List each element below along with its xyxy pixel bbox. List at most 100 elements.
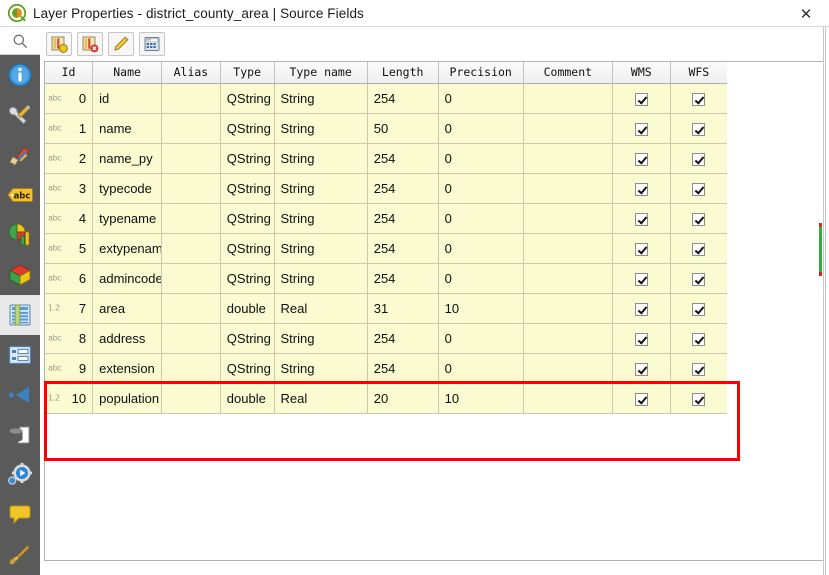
sidebar-item-symbology[interactable] (0, 135, 40, 175)
wms-checkbox[interactable] (634, 392, 648, 406)
cell-precision[interactable]: 10 (438, 293, 524, 324)
column-header-type-name[interactable]: Type name (274, 62, 368, 84)
cell-comment[interactable] (523, 233, 613, 264)
cell-type_name[interactable]: String (274, 143, 368, 174)
wfs-checkbox[interactable] (692, 152, 706, 166)
table-row[interactable]: 1.2 7 area double Real 31 10 (45, 293, 727, 324)
column-header-id[interactable]: Id (45, 62, 94, 84)
table-row[interactable]: abc 9 extension QString String 254 0 (45, 353, 727, 384)
table-row[interactable]: abc5extypename QStringString2540 (45, 233, 727, 264)
cell-name[interactable]: area (92, 293, 163, 324)
cell-comment[interactable] (523, 323, 613, 354)
cell-length[interactable]: 254 (367, 203, 439, 234)
cell-type[interactable]: QString (220, 203, 275, 234)
wfs-checkbox[interactable] (692, 332, 706, 346)
column-header-precision[interactable]: Precision (438, 62, 524, 84)
wms-checkbox[interactable] (634, 272, 648, 286)
cell-comment[interactable] (523, 113, 613, 144)
table-row[interactable]: abc 2 name_py QString String 254 0 (45, 143, 727, 174)
wfs-checkbox[interactable] (692, 362, 706, 376)
wfs-checkbox[interactable] (692, 302, 706, 316)
cell-length[interactable]: 50 (367, 113, 439, 144)
wfs-checkbox[interactable] (692, 92, 706, 106)
cell-length[interactable]: 254 (367, 173, 439, 204)
table-row[interactable]: abc 1 name QString String 50 0 (45, 113, 727, 144)
cell-length[interactable]: 254 (367, 83, 439, 114)
cell-id[interactable]: abc 3 (45, 173, 94, 204)
cell-name[interactable]: address (92, 323, 163, 354)
sidebar-item-diagrams[interactable] (0, 215, 40, 255)
scroll-position-marker[interactable] (819, 27, 826, 575)
cell-name[interactable]: id (92, 83, 163, 114)
column-header-comment[interactable]: Comment (523, 62, 613, 84)
cell-wms[interactable] (612, 113, 671, 144)
table-row[interactable]: abc 6 admincode QString String 254 0 (45, 263, 727, 294)
cell-id[interactable]: abc 0 (45, 83, 94, 114)
cell-name[interactable]: name (92, 113, 163, 144)
cell-type[interactable]: QString (220, 143, 275, 174)
cell-length[interactable]: 254 (367, 143, 439, 174)
cell-length[interactable]: 20 (367, 383, 439, 414)
wfs-checkbox[interactable] (692, 212, 706, 226)
cell-wfs[interactable] (670, 113, 727, 144)
column-header-wfs[interactable]: WFS (670, 62, 727, 84)
wfs-checkbox[interactable] (692, 122, 706, 136)
cell-id[interactable]: 1.2 7 (45, 293, 94, 324)
cell-wfs[interactable] (670, 353, 727, 384)
cell-type_name[interactable]: Real (274, 383, 368, 414)
wms-checkbox[interactable] (634, 332, 648, 346)
cell-alias[interactable] (161, 113, 221, 144)
table-row[interactable]: 1.2 10 population double Real 20 10 (45, 383, 727, 414)
cell-type_name[interactable]: String (274, 83, 368, 114)
cell-type[interactable]: QString (220, 83, 275, 114)
column-header-name[interactable]: Name (92, 62, 163, 84)
cell-name[interactable]: extension (92, 353, 163, 384)
sidebar-search-box[interactable] (0, 27, 40, 55)
sidebar-item-rendering[interactable] (0, 535, 40, 575)
cell-precision[interactable]: 0 (438, 353, 524, 384)
cell-wms[interactable] (612, 203, 671, 234)
toggle-editing-button[interactable] (108, 31, 134, 56)
cell-name[interactable]: typecode (92, 173, 163, 204)
sidebar-item-3d-view[interactable] (0, 255, 40, 295)
cell-wfs[interactable] (670, 323, 727, 354)
cell-wms[interactable] (612, 383, 671, 414)
column-header-length[interactable]: Length (367, 62, 439, 84)
delete-field-button[interactable] (77, 31, 103, 56)
sidebar-item-labels[interactable]: abc (0, 175, 40, 215)
cell-wfs[interactable] (670, 263, 727, 294)
wms-checkbox[interactable] (634, 362, 648, 376)
cell-id[interactable]: abc 2 (45, 143, 94, 174)
cell-type[interactable]: double (220, 383, 275, 414)
column-header-wms[interactable]: WMS (612, 62, 671, 84)
cell-type[interactable]: QString (220, 173, 275, 204)
cell-wfs[interactable] (670, 233, 727, 264)
cell-alias[interactable] (161, 143, 221, 174)
wfs-checkbox[interactable] (692, 182, 706, 196)
cell-wfs[interactable] (670, 173, 727, 204)
table-row[interactable]: abc 4 typename QString String 254 0 (45, 203, 727, 234)
field-calculator-button[interactable] (139, 31, 165, 56)
cell-precision[interactable]: 0 (438, 203, 524, 234)
cell-comment[interactable] (523, 143, 613, 174)
wms-checkbox[interactable] (634, 92, 648, 106)
cell-type[interactable]: QString (220, 323, 275, 354)
cell-id[interactable]: abc 5 (45, 233, 94, 264)
cell-type_name[interactable]: String (274, 263, 368, 294)
cell-name[interactable]: name_py (92, 143, 163, 174)
sidebar-item-joins[interactable] (0, 375, 40, 415)
cell-type[interactable]: QString (220, 263, 275, 294)
cell-id[interactable]: abc 6 (45, 263, 94, 294)
cell-type[interactable]: double (220, 293, 275, 324)
sidebar-item-auxiliary-storage[interactable] (0, 415, 40, 455)
cell-comment[interactable] (523, 263, 613, 294)
column-header-alias[interactable]: Alias (161, 62, 221, 84)
cell-type_name[interactable]: String (274, 203, 368, 234)
cell-id[interactable]: abc 8 (45, 323, 94, 354)
sidebar-item-actions[interactable] (0, 455, 40, 495)
cell-alias[interactable] (161, 293, 221, 324)
table-row[interactable]: abc 0 id QString String 254 0 (45, 83, 727, 114)
cell-type_name[interactable]: String (274, 233, 368, 264)
cell-type_name[interactable]: String (274, 173, 368, 204)
cell-alias[interactable] (161, 203, 221, 234)
